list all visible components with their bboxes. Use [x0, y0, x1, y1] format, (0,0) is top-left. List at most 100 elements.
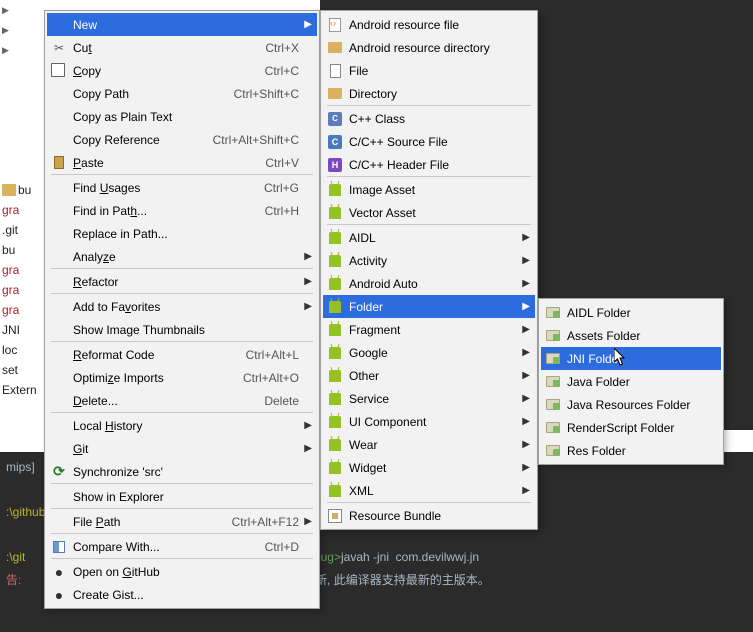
menu-item-jresfolder[interactable]: Java Resources Folder — [541, 393, 721, 416]
menu-item-explorer[interactable]: Show in Explorer — [47, 485, 317, 508]
menu-item-dir[interactable]: Directory — [323, 82, 535, 105]
menu-item-copyref[interactable]: Copy ReferenceCtrl+Alt+Shift+C — [47, 128, 317, 151]
menu-item-localhist[interactable]: Local History▶ — [47, 414, 317, 437]
jfolder-icon — [545, 397, 561, 413]
menu-item-label: Show Image Thumbnails — [73, 323, 299, 337]
menu-item-aidlfolder[interactable]: AIDL Folder — [541, 301, 721, 324]
menu-item-folder[interactable]: Folder▶ — [323, 295, 535, 318]
menu-item-paste[interactable]: PasteCtrl+V — [47, 151, 317, 174]
menu-item-opengh[interactable]: Open on GitHub — [47, 560, 317, 583]
menu-item-thumbs[interactable]: Show Image Thumbnails — [47, 318, 317, 341]
menu-item-replaceinpath[interactable]: Replace in Path... — [47, 222, 317, 245]
menu-item-label: Image Asset — [349, 183, 511, 197]
menu-item-aresfile[interactable]: Android resource file — [323, 13, 535, 36]
menu-item-label: Vector Asset — [349, 206, 511, 220]
menu-item-file[interactable]: File — [323, 59, 535, 82]
scissors-icon — [51, 40, 67, 56]
submenu-folder[interactable]: AIDL Folder Assets FolderJNI FolderJava F… — [538, 298, 724, 465]
menu-item-activity[interactable]: Activity▶ — [323, 249, 535, 272]
menu-item-google[interactable]: Google▶ — [323, 341, 535, 364]
menu-item-label: Activity — [349, 254, 511, 268]
tree-item-label: gra — [2, 303, 19, 317]
menu-item-assetsfolder[interactable]: Assets Folder — [541, 324, 721, 347]
menu-item-label: C/C++ Source File — [349, 135, 511, 149]
menu-item-reformat[interactable]: Reformat CodeCtrl+Alt+L — [47, 343, 317, 366]
android-icon — [327, 205, 343, 221]
menu-item-label: Service — [349, 392, 511, 406]
xml-icon — [327, 17, 343, 33]
menu-item-wear[interactable]: Wear▶ — [323, 433, 535, 456]
menu-item-sync[interactable]: Synchronize 'src' — [47, 460, 317, 483]
menu-item-git[interactable]: Git▶ — [47, 437, 317, 460]
menu-item-widget[interactable]: Widget▶ — [323, 456, 535, 479]
menu-item-label: UI Component — [349, 415, 511, 429]
menu-item-copy[interactable]: CopyCtrl+C — [47, 59, 317, 82]
menu-item-aidl[interactable]: AIDL ▶ — [323, 226, 535, 249]
menu-item-label: RenderScript Folder — [567, 421, 697, 435]
menu-item-compare[interactable]: Compare With...Ctrl+D — [47, 535, 317, 558]
menu-item-service[interactable]: Service▶ — [323, 387, 535, 410]
menu-item-copyplain[interactable]: Copy as Plain Text — [47, 105, 317, 128]
menu-item-label: File Path — [73, 515, 206, 529]
menu-item-delete[interactable]: Delete...Delete — [47, 389, 317, 412]
tree-item-label: bu — [18, 183, 31, 197]
menu-item-label: Find in Path... — [73, 204, 239, 218]
project-tree[interactable]: ▶ ▶ ▶ bu gra .git bu gra gra gra JNI loc… — [0, 0, 45, 430]
sync-icon — [51, 464, 67, 480]
menu-item-new[interactable]: New▶ — [47, 13, 317, 36]
menu-item-csrc[interactable]: C C/C++ Source File — [323, 130, 535, 153]
menu-item-label: Reformat Code — [73, 348, 220, 362]
submenu-arrow-icon: ▶ — [522, 462, 530, 473]
cpp-icon: C — [327, 111, 343, 127]
menu-item-label: XML — [349, 484, 511, 498]
menu-item-label: C++ Class — [349, 112, 511, 126]
menu-item-uicomp[interactable]: UI Component▶ — [323, 410, 535, 433]
menu-item-label: AIDL Folder — [567, 306, 697, 320]
menu-item-vecasset[interactable]: Vector Asset — [323, 201, 535, 224]
menu-item-imgasset[interactable]: Image Asset — [323, 178, 535, 201]
menu-item-optimports[interactable]: Optimize ImportsCtrl+Alt+O — [47, 366, 317, 389]
h-icon: H — [327, 157, 343, 173]
menu-item-copypath[interactable]: Copy PathCtrl+Shift+C — [47, 82, 317, 105]
submenu-new[interactable]: Android resource fileAndroid resource di… — [320, 10, 538, 530]
menu-item-label: Local History — [73, 419, 299, 433]
android-icon — [327, 460, 343, 476]
tree-item-label: set — [2, 363, 18, 377]
github-icon — [51, 587, 67, 603]
submenu-arrow-icon: ▶ — [522, 232, 530, 243]
menu-item-chdr[interactable]: HC/C++ Header File — [323, 153, 535, 176]
context-menu[interactable]: New▶CutCtrl+XCopyCtrl+CCopy PathCtrl+Shi… — [44, 10, 320, 609]
menu-item-label: Resource Bundle — [349, 509, 511, 523]
menu-item-xmlitem[interactable]: XML▶ — [323, 479, 535, 502]
menu-item-shortcut: Ctrl+G — [264, 181, 299, 195]
menu-item-javafolder[interactable]: Java Folder — [541, 370, 721, 393]
menu-item-cppclass[interactable]: C C++ Class — [323, 107, 535, 130]
menu-item-filepath[interactable]: File PathCtrl+Alt+F12▶ — [47, 510, 317, 533]
menu-item-findusages[interactable]: Find Usages Ctrl+G — [47, 176, 317, 199]
menu-item-label: Java Resources Folder — [567, 398, 697, 412]
folder-icon — [327, 40, 343, 56]
tree-item-label: Extern — [2, 383, 37, 397]
menu-item-refactor[interactable]: Refactor▶ — [47, 270, 317, 293]
menu-item-addfav[interactable]: Add to Favorites▶ — [47, 295, 317, 318]
android-icon — [327, 414, 343, 430]
submenu-arrow-icon: ▶ — [304, 301, 312, 312]
jfolder-icon — [545, 351, 561, 367]
menu-item-label: AIDL — [349, 231, 511, 245]
menu-item-rsfolder[interactable]: RenderScript Folder — [541, 416, 721, 439]
menu-item-resbundle[interactable]: Resource Bundle — [323, 504, 535, 527]
android-icon — [327, 391, 343, 407]
menu-item-cut[interactable]: CutCtrl+X — [47, 36, 317, 59]
menu-item-fragment[interactable]: Fragment▶ — [323, 318, 535, 341]
menu-item-analyze[interactable]: Analyze▶ — [47, 245, 317, 268]
menu-item-gist[interactable]: Create Gist... — [47, 583, 317, 606]
menu-item-label: Res Folder — [567, 444, 697, 458]
menu-item-resfolder[interactable]: Res Folder — [541, 439, 721, 462]
menu-item-aauto[interactable]: Android Auto▶ — [323, 272, 535, 295]
menu-item-label: Find Usages — [73, 181, 238, 195]
menu-item-other[interactable]: Other▶ — [323, 364, 535, 387]
menu-item-aresdir[interactable]: Android resource directory — [323, 36, 535, 59]
menu-item-jnifolder[interactable]: JNI Folder — [541, 347, 721, 370]
c-icon: C — [327, 134, 343, 150]
menu-item-findinpath[interactable]: Find in Path...Ctrl+H — [47, 199, 317, 222]
